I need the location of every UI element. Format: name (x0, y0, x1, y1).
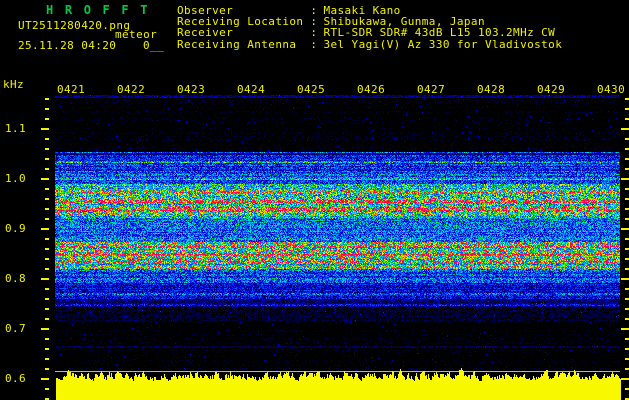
freq-minor-tick-right (625, 348, 629, 350)
freq-minor-tick-right (625, 108, 629, 110)
freq-minor-tick-right (625, 198, 629, 200)
freq-minor-tick-right (625, 268, 629, 270)
freq-minor-tick-left (45, 388, 49, 390)
freq-minor-tick-right (625, 288, 629, 290)
info-value: 3el Yagi(V) Az 330 for Vladivostok (323, 38, 563, 51)
freq-major-tick-left (41, 328, 49, 330)
freq-major-tick-left (41, 178, 49, 180)
freq-minor-tick-left (45, 158, 49, 160)
freq-major-tick-right (621, 278, 629, 280)
freq-minor-tick-left (45, 98, 49, 100)
freq-minor-tick-right (625, 388, 629, 390)
freq-minor-tick-left (45, 318, 49, 320)
freq-minor-tick-left (45, 338, 49, 340)
freq-major-tick-right (621, 378, 629, 380)
freq-major-tick-right (621, 328, 629, 330)
freq-minor-tick-left (45, 108, 49, 110)
freq-minor-tick-right (625, 368, 629, 370)
info-row-antenna: Receiving Antenna : 3el Yagi(V) Az 330 fo… (177, 38, 563, 51)
hrofft-spectrogram-screen: H R O F F T UT2511280420.png meteor 25.1… (0, 0, 629, 400)
time-tick-label: 0426 (357, 83, 386, 96)
freq-minor-tick-right (625, 148, 629, 150)
time-tick-label: 0425 (297, 83, 326, 96)
time-tick-label: 0421 (57, 83, 86, 96)
freq-minor-tick-right (625, 168, 629, 170)
freq-tick-label: 1.0 (5, 172, 27, 185)
freq-minor-tick-left (45, 288, 49, 290)
freq-minor-tick-right (625, 258, 629, 260)
freq-minor-tick-left (45, 298, 49, 300)
freq-major-tick-left (41, 378, 49, 380)
freq-minor-tick-left (45, 308, 49, 310)
freq-minor-tick-right (625, 118, 629, 120)
freq-minor-tick-right (625, 208, 629, 210)
freq-minor-tick-right (625, 238, 629, 240)
freq-minor-tick-left (45, 168, 49, 170)
freq-tick-label: 1.1 (5, 122, 27, 135)
freq-minor-tick-left (45, 138, 49, 140)
freq-tick-label: 0.7 (5, 322, 27, 335)
time-tick-label: 0428 (477, 83, 506, 96)
freq-minor-tick-left (45, 208, 49, 210)
signal-strength-canvas (56, 362, 621, 400)
time-tick-label: 0430 (597, 83, 626, 96)
datetime-label: 25.11.28 04:20 (18, 39, 117, 52)
freq-minor-tick-right (625, 308, 629, 310)
spectrogram-canvas (55, 95, 620, 372)
freq-tick-label: 0.6 (5, 372, 27, 385)
freq-minor-tick-left (45, 238, 49, 240)
freq-minor-tick-left (45, 188, 49, 190)
freq-minor-tick-left (45, 248, 49, 250)
info-row-receiver: Receiver : RTL-SDR SDR# 43dB L15 103.2MHz… (177, 27, 555, 38)
freq-major-tick-left (41, 228, 49, 230)
freq-minor-tick-left (45, 218, 49, 220)
time-tick-label: 0423 (177, 83, 206, 96)
freq-minor-tick-left (45, 198, 49, 200)
output-filename: UT2511280420.png (18, 19, 131, 32)
freq-minor-tick-right (625, 98, 629, 100)
y-axis-unit-label: kHz (3, 78, 25, 91)
echo-count: 0__ (143, 39, 165, 52)
freq-major-tick-left (41, 128, 49, 130)
freq-minor-tick-right (625, 318, 629, 320)
time-tick-label: 0427 (417, 83, 446, 96)
freq-minor-tick-right (625, 138, 629, 140)
freq-minor-tick-left (45, 118, 49, 120)
freq-major-tick-left (41, 278, 49, 280)
time-tick-label: 0429 (537, 83, 566, 96)
app-title: H R O F F T (46, 3, 150, 17)
freq-minor-tick-left (45, 348, 49, 350)
freq-minor-tick-left (45, 268, 49, 270)
freq-minor-tick-right (625, 158, 629, 160)
freq-major-tick-right (621, 178, 629, 180)
freq-tick-label: 0.9 (5, 222, 27, 235)
freq-minor-tick-left (45, 358, 49, 360)
freq-minor-tick-left (45, 258, 49, 260)
info-label: Receiving Antenna : (177, 38, 318, 51)
freq-minor-tick-right (625, 188, 629, 190)
freq-minor-tick-right (625, 298, 629, 300)
freq-minor-tick-left (45, 368, 49, 370)
freq-minor-tick-right (625, 358, 629, 360)
freq-minor-tick-right (625, 248, 629, 250)
freq-minor-tick-right (625, 218, 629, 220)
freq-tick-label: 0.8 (5, 272, 27, 285)
time-tick-label: 0422 (117, 83, 146, 96)
freq-minor-tick-left (45, 148, 49, 150)
time-tick-label: 0424 (237, 83, 266, 96)
freq-major-tick-right (621, 228, 629, 230)
freq-major-tick-right (621, 128, 629, 130)
freq-minor-tick-right (625, 338, 629, 340)
